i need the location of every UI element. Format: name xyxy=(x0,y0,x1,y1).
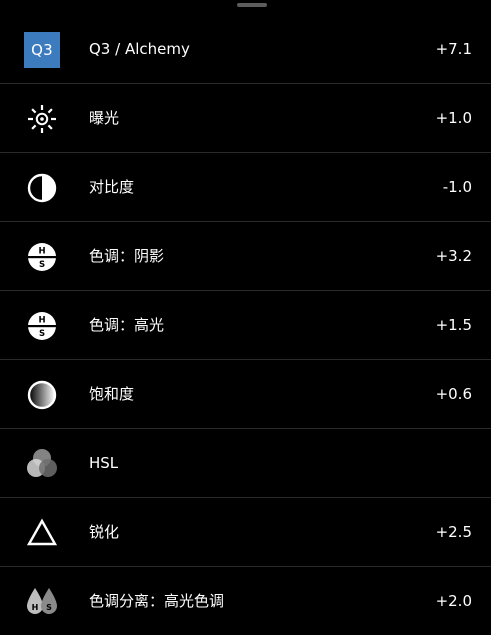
sharpen-triangle-icon xyxy=(22,513,62,553)
adjustment-row-q3-alchemy[interactable]: Q3 Q3 / Alchemy +7.1 xyxy=(0,15,491,84)
svg-text:S: S xyxy=(39,260,45,270)
adjustment-label: HSL xyxy=(89,454,119,472)
adjustment-row-sharpen[interactable]: 锐化 +2.5 xyxy=(0,498,491,567)
adjustment-label: 对比度 xyxy=(89,178,135,196)
adjustment-row-tone-shadows[interactable]: H S 色调：阴影 +3.2 xyxy=(0,222,491,291)
adjustment-label: Q3 / Alchemy xyxy=(89,40,190,58)
hs-highlights-icon: H S xyxy=(22,306,62,346)
adjustment-row-split-tone[interactable]: H S 色调分离：高光色调 +2.0 xyxy=(0,567,491,635)
svg-text:H: H xyxy=(38,247,45,257)
adjustment-row-tone-highlights[interactable]: H S 色调：高光 +1.5 xyxy=(0,291,491,360)
saturation-gradient-icon xyxy=(22,375,62,415)
adjustment-label: 锐化 xyxy=(89,523,120,541)
adjustment-value: +7.1 xyxy=(435,40,472,58)
split-tone-drops-icon: H S xyxy=(22,582,62,622)
adjustment-label: 色调：高光 xyxy=(89,316,165,334)
adjustment-label: 色调：阴影 xyxy=(89,247,165,265)
svg-text:H: H xyxy=(38,316,45,326)
adjustment-label: 饱和度 xyxy=(89,385,135,403)
svg-text:H: H xyxy=(32,603,39,612)
svg-text:S: S xyxy=(39,329,45,339)
adjustment-value: +1.0 xyxy=(435,109,472,127)
adjustment-label: 曝光 xyxy=(89,109,120,127)
adjustment-value: +2.5 xyxy=(435,523,472,541)
contrast-icon xyxy=(22,168,62,208)
adjustment-row-saturation[interactable]: 饱和度 +0.6 xyxy=(0,360,491,429)
drag-handle[interactable] xyxy=(237,3,267,7)
adjustment-row-hsl[interactable]: HSL xyxy=(0,429,491,498)
hs-shadows-icon: H S xyxy=(22,237,62,277)
adjustment-row-exposure[interactable]: 曝光 +1.0 xyxy=(0,84,491,153)
adjustment-value: +0.6 xyxy=(435,385,472,403)
svg-text:S: S xyxy=(46,603,52,612)
adjustment-value: +3.2 xyxy=(435,247,472,265)
q3-alchemy-icon: Q3 xyxy=(22,30,62,70)
adjustment-row-contrast[interactable]: 对比度 -1.0 xyxy=(0,153,491,222)
exposure-sun-icon xyxy=(22,99,62,139)
adjustment-value: -1.0 xyxy=(442,178,472,196)
adjustment-label: 色调分离：高光色调 xyxy=(89,592,225,610)
adjustment-value: +2.0 xyxy=(435,592,472,610)
hsl-circles-icon xyxy=(22,444,62,484)
adjustment-value: +1.5 xyxy=(435,316,472,334)
adjustment-list: Q3 Q3 / Alchemy +7.1 曝光 +1.0 对比度 -1.0 H … xyxy=(0,15,491,635)
q3-badge: Q3 xyxy=(24,32,60,68)
